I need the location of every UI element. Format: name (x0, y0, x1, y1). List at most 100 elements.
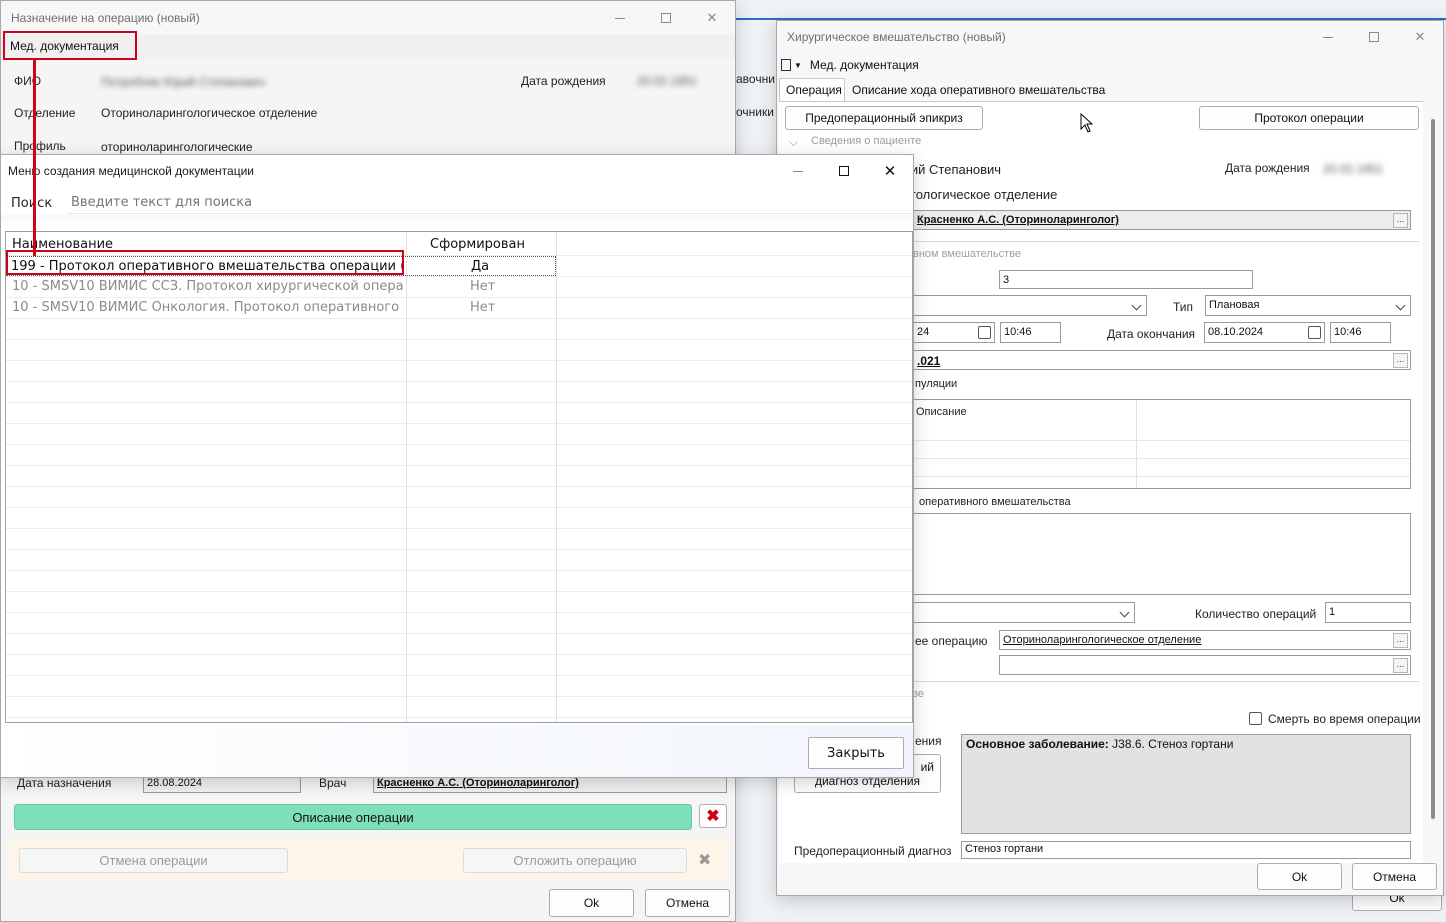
tab-operation[interactable]: Операция (779, 78, 845, 101)
close-button[interactable]: ✕ (689, 1, 735, 35)
op-section-header[interactable]: вном вмешательстве (913, 248, 1021, 260)
additional-dept-field[interactable]: ... (999, 655, 1411, 675)
column-header-formed[interactable]: Сформирован (430, 237, 525, 252)
grid-row-line (6, 423, 912, 424)
tab-operation-label: Операция (786, 83, 842, 97)
op-code-field[interactable]: .021 ... (913, 350, 1411, 370)
doctor-value: Красненко А.С. (Оториноларинголог) (377, 777, 579, 789)
patient-section-header[interactable]: Сведения о пациенте (811, 135, 921, 147)
preop-diagnosis-field[interactable]: Стеноз гортани (961, 841, 1411, 859)
profile-label: Профиль (14, 139, 66, 153)
med-docs-menu[interactable]: Мед. документация (810, 58, 919, 72)
fio-label: ФИО (14, 74, 42, 88)
op-description-textarea[interactable] (913, 513, 1411, 595)
preop-epicrisis-button[interactable]: Предоперационный эпикриз (785, 106, 983, 130)
performing-dept-field[interactable]: Оториноларингологическое отделение ... (999, 630, 1411, 650)
med-docs-toolbar[interactable]: ▼ Мед. документация (781, 55, 919, 75)
start-time-field[interactable]: 10:46 (1000, 322, 1061, 343)
row-line (914, 476, 1410, 477)
minimize-button[interactable] (775, 155, 821, 187)
op-category-select[interactable] (913, 602, 1135, 623)
window-title: Хирургическое вмешательство (новый) (787, 30, 1006, 44)
birth-label: Дата рождения (1225, 161, 1310, 175)
maximize-button[interactable] (643, 1, 689, 35)
mouse-cursor (1080, 112, 1094, 136)
grid-row-line (6, 444, 912, 445)
documents-table: Наименование Сформирован 199 - Протокол … (5, 231, 913, 723)
delete-description-button[interactable]: ✖ (699, 804, 727, 828)
performing-dept-label: ее операцию (915, 634, 988, 648)
close-dialog-button[interactable]: Закрыть (808, 737, 904, 769)
chevron-down-icon[interactable]: ⌵ (789, 135, 798, 150)
grid-row-line (6, 465, 912, 466)
end-time-field[interactable]: 10:46 (1330, 322, 1391, 343)
grid-row-line (6, 717, 912, 718)
performing-dept-value: Оториноларингологическое отделение (1003, 634, 1202, 646)
grid-row-line (6, 402, 912, 403)
describe-operation-button[interactable]: Описание операции (14, 804, 692, 830)
op-description-label: оперативного вмешательства (919, 496, 1071, 508)
fio-value: Потребняк Юрий Степанович (101, 75, 266, 89)
maximize-button[interactable] (1351, 21, 1397, 53)
death-label: Смерть во время операции (1268, 712, 1421, 726)
cancel-operation-button[interactable]: Отмена операции (19, 848, 288, 873)
grid-row-line (6, 318, 912, 319)
doctor-label: Врач (319, 776, 347, 790)
start-time-value: 10:46 (1004, 326, 1032, 338)
grid-row-line (6, 696, 912, 697)
grid-row-line (6, 381, 912, 382)
postpone-operation-button[interactable]: Отложить операцию (463, 848, 687, 873)
ellipsis-button[interactable]: ... (1393, 658, 1408, 673)
qty-label: Количество операций (1195, 607, 1317, 621)
row-line (914, 458, 1410, 459)
minimize-button[interactable] (1305, 21, 1351, 53)
bottom-panel (1, 725, 913, 777)
document-icon (781, 59, 791, 71)
birth-value: 20.02.1951 (1323, 162, 1384, 176)
preop-diagnosis-label: Предоперационный диагноз (794, 844, 952, 858)
operation-protocol-button[interactable]: Протокол операции (1199, 106, 1419, 130)
minimize-button[interactable] (597, 1, 643, 35)
red-x-icon: ✖ (706, 808, 720, 825)
annotation-arrow-line (33, 60, 36, 256)
bg-fragment-2: очники (736, 105, 774, 119)
type-select[interactable]: Плановая (1205, 295, 1411, 316)
maximize-button[interactable] (821, 155, 867, 187)
op-number-field[interactable]: 3 (999, 270, 1253, 289)
manipulations-label: пуляции (915, 378, 958, 390)
ok-button[interactable]: Ok (549, 889, 634, 917)
doctor-field[interactable]: Красненко А.С. (Оториноларинголог) ... (913, 210, 1411, 230)
main-diagnosis-text: J38.6. Стеноз гортани (1108, 737, 1234, 751)
postpone-x-icon: ✖ (698, 852, 712, 869)
cancel-button[interactable]: Отмена (1352, 863, 1437, 890)
ellipsis-button[interactable]: ... (1393, 633, 1408, 648)
chevron-down-icon (1395, 300, 1406, 311)
tab-description[interactable]: Описание хода оперативного вмешательства (847, 80, 1110, 101)
close-button[interactable]: ✕ (867, 155, 913, 187)
close-button[interactable]: ✕ (1397, 21, 1443, 53)
op-kind-select[interactable] (913, 295, 1147, 316)
end-date-field[interactable]: 08.10.2024 (1204, 322, 1325, 343)
cancel-button[interactable]: Отмена (645, 889, 730, 917)
calendar-checkbox[interactable] (1308, 326, 1321, 339)
search-input[interactable] (67, 192, 911, 214)
grid-row-line (6, 591, 912, 592)
ok-button[interactable]: Ok (1257, 863, 1342, 890)
qty-field[interactable]: 1 (1325, 602, 1411, 623)
grid-row-line (6, 549, 912, 550)
start-date-field[interactable]: 24 (913, 322, 995, 343)
scrollbar[interactable] (1431, 119, 1435, 819)
table-row[interactable]: 10 - SMSV10 ВИМИС ССЗ. Протокол хирургич… (6, 277, 556, 297)
row-formed: Да (471, 259, 490, 274)
table-row[interactable]: 10 - SMSV10 ВИМИС Онкология. Протокол оп… (6, 298, 556, 318)
end-date-label: Дата окончания (1107, 327, 1196, 341)
row-name: 10 - SMSV10 ВИМИС ССЗ. Протокол хирургич… (12, 279, 404, 294)
ellipsis-button[interactable]: ... (1393, 353, 1408, 368)
ellipsis-button[interactable]: ... (1393, 213, 1408, 228)
death-checkbox[interactable] (1249, 712, 1262, 725)
end-date-value: 08.10.2024 (1208, 326, 1264, 338)
calendar-checkbox[interactable] (978, 326, 991, 339)
main-diagnosis-box[interactable]: Основное заболевание: J38.6. Стеноз горт… (961, 734, 1411, 834)
other-section-header[interactable]: зе (913, 688, 924, 700)
qty-value: 1 (1329, 606, 1336, 618)
